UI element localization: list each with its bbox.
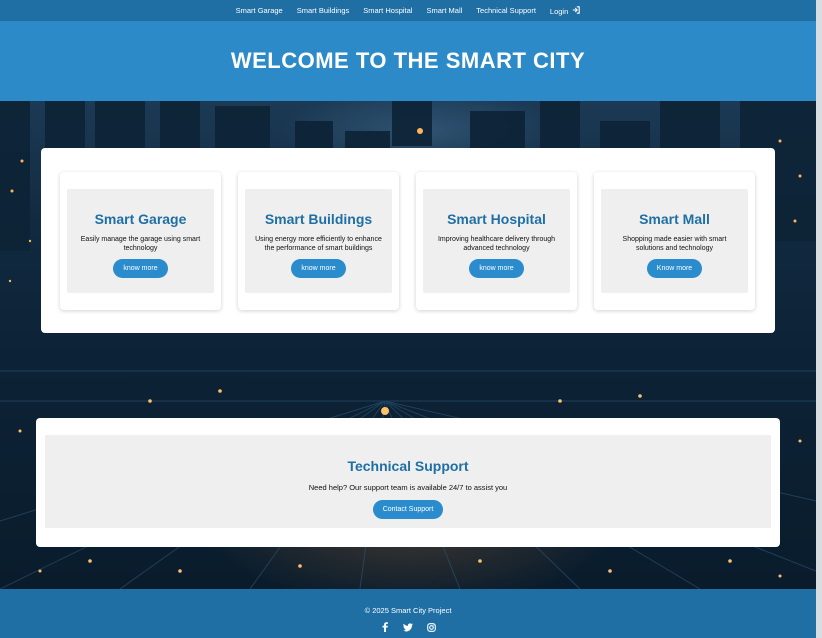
nav-link-smart-hospital[interactable]: Smart Hospital <box>363 6 412 15</box>
service-title: Smart Buildings <box>264 211 373 227</box>
services-panel: Smart Garage Easily manage the garage us… <box>41 148 775 333</box>
service-card-inner: Smart Hospital Improving healthcare deli… <box>423 189 570 293</box>
page-footer: © 2025 Smart City Project <box>0 589 816 638</box>
nav-link-smart-buildings[interactable]: Smart Buildings <box>297 6 350 15</box>
know-more-button-smart-buildings[interactable]: know more <box>291 259 346 278</box>
service-description: Improving healthcare delivery through ad… <box>437 236 556 252</box>
twitter-icon[interactable] <box>403 622 413 632</box>
copyright-text: © 2025 Smart City Project <box>364 606 452 615</box>
service-description: Easily manage the garage using smart tec… <box>80 236 201 252</box>
service-description: Using energy more efficiently to enhance… <box>255 236 382 252</box>
nav-link-smart-garage[interactable]: Smart Garage <box>236 6 283 15</box>
know-more-button-smart-mall[interactable]: Know more <box>646 259 703 278</box>
support-panel-inner: Technical Support Need help? Our support… <box>45 435 771 528</box>
social-links <box>0 622 816 632</box>
service-card-smart-garage: Smart Garage Easily manage the garage us… <box>60 172 221 310</box>
support-title: Technical Support <box>347 458 469 474</box>
service-card-smart-hospital: Smart Hospital Improving healthcare deli… <box>416 172 577 310</box>
service-card-smart-buildings: Smart Buildings Using energy more effici… <box>238 172 399 310</box>
support-panel: Technical Support Need help? Our support… <box>36 418 780 547</box>
service-card-smart-mall: Smart Mall Shopping made easier with sma… <box>594 172 755 310</box>
window-scrollbar[interactable] <box>816 0 822 638</box>
know-more-button-smart-hospital[interactable]: know more <box>469 259 524 278</box>
service-card-inner: Smart Buildings Using energy more effici… <box>245 189 392 293</box>
service-card-inner: Smart Mall Shopping made easier with sma… <box>601 189 748 293</box>
sign-in-icon <box>572 5 581 16</box>
login-label: Login <box>549 6 569 16</box>
hero-banner: WELCOME TO THE SMART CITY <box>0 21 816 101</box>
service-description: Shopping made easier with smart solution… <box>622 236 727 252</box>
facebook-icon[interactable] <box>380 622 390 632</box>
know-more-button-smart-garage[interactable]: know more <box>113 259 168 278</box>
service-title: Smart Mall <box>639 211 710 227</box>
support-text: Need help? Our support team is available… <box>308 483 508 492</box>
contact-support-button[interactable]: Contact Support <box>372 500 444 519</box>
service-title: Smart Garage <box>94 211 187 227</box>
instagram-icon[interactable] <box>426 622 436 632</box>
nav-link-technical-support[interactable]: Technical Support <box>476 6 536 15</box>
top-navbar: Smart Garage Smart Buildings Smart Hospi… <box>0 0 816 21</box>
service-card-inner: Smart Garage Easily manage the garage us… <box>67 189 214 293</box>
hero-title: WELCOME TO THE SMART CITY <box>230 48 586 73</box>
service-title: Smart Hospital <box>447 211 546 227</box>
nav-link-login[interactable]: Login <box>549 5 581 16</box>
nav-link-smart-mall[interactable]: Smart Mall <box>426 6 462 15</box>
